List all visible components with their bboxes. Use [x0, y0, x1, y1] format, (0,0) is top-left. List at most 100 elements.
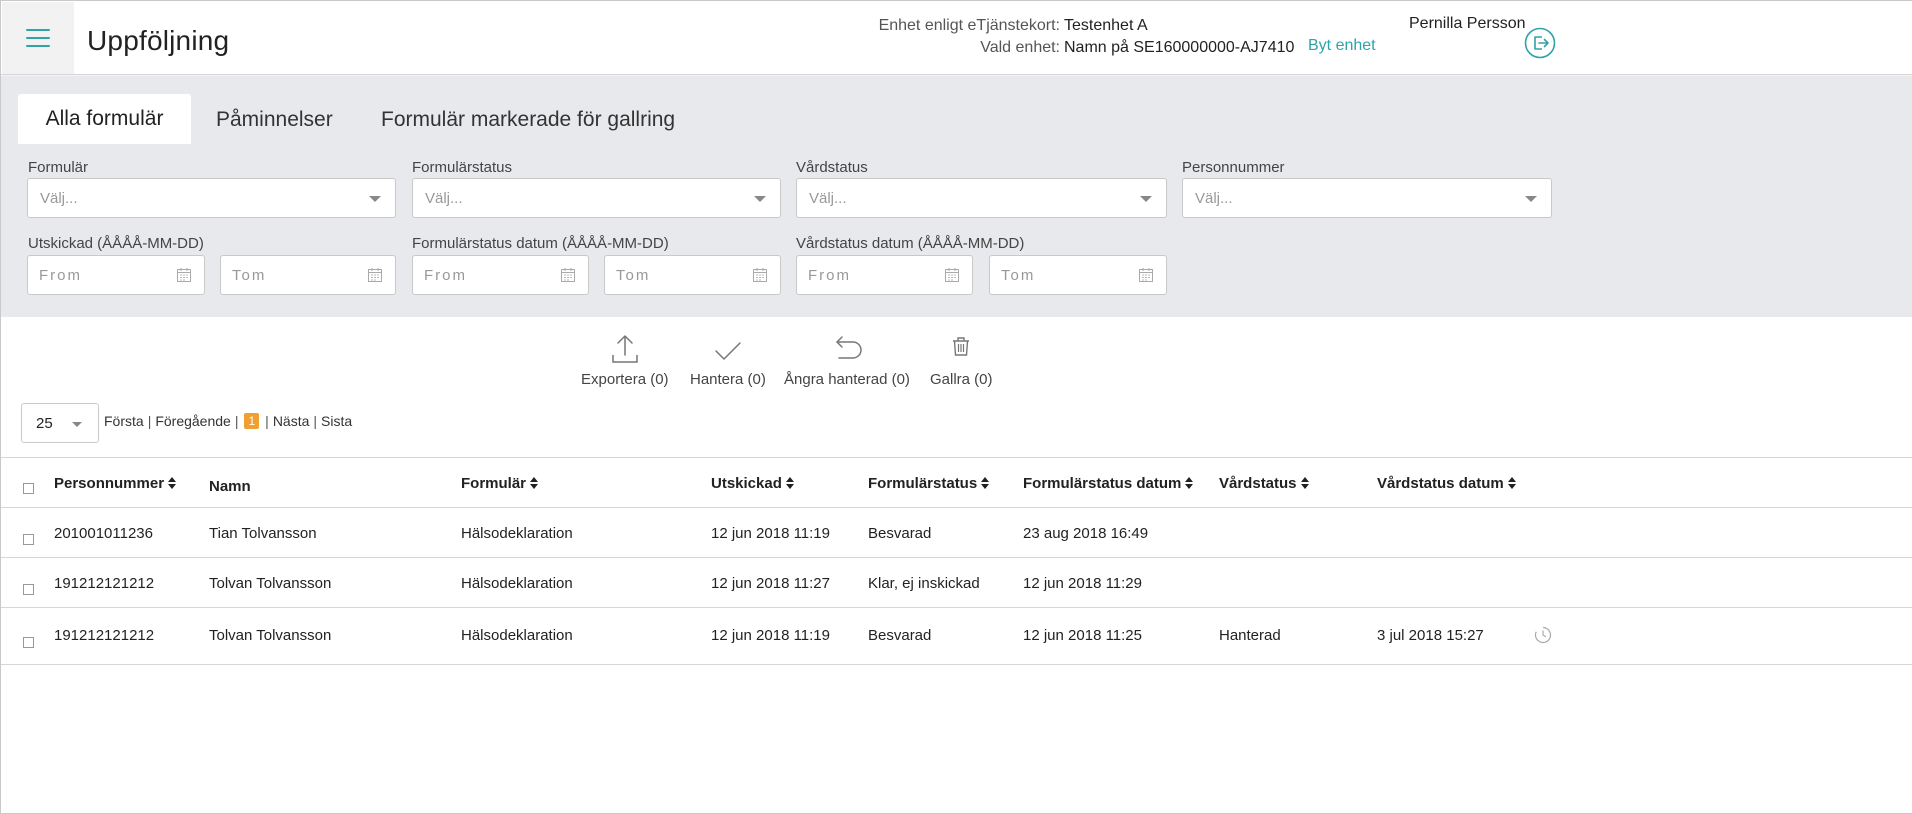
personal-number-filter-label: Personnummer	[1182, 159, 1285, 176]
purge-button[interactable]: Gallra (0)	[930, 333, 993, 388]
pager-separator: |	[234, 413, 239, 429]
col-care-status-date[interactable]: Vårdstatus datum	[1377, 475, 1516, 492]
col-form[interactable]: Formulär	[461, 475, 539, 492]
menu-button[interactable]	[2, 2, 74, 74]
logout-icon[interactable]	[1524, 27, 1556, 59]
sent-to-input[interactable]: Tom	[220, 255, 396, 295]
selected-unit-label: Vald enhet:	[980, 39, 1060, 56]
care-status-filter-label: Vårdstatus	[796, 159, 868, 176]
cell-personal-number: 191212121212	[54, 575, 155, 592]
calendar-icon[interactable]	[176, 267, 192, 283]
upload-icon	[612, 335, 638, 363]
cell-sent: 12 jun 2018 11:19	[711, 525, 830, 542]
cell-name: Tian Tolvansson	[209, 525, 317, 542]
form-status-to-input[interactable]: Tom	[604, 255, 781, 295]
header-label: Namn	[209, 478, 251, 495]
purge-label: Gallra (0)	[930, 371, 993, 388]
header-label: Utskickad	[711, 475, 782, 492]
check-icon	[715, 342, 741, 360]
cell-sent: 12 jun 2018 11:19	[711, 627, 830, 644]
table-row[interactable]: 191212121212 Tolvan Tolvansson Hälsodekl…	[1, 557, 1912, 607]
care-status-select[interactable]: Välj...	[796, 178, 1167, 218]
header-label: Formulärstatus	[868, 475, 978, 492]
export-button[interactable]: Exportera (0)	[581, 333, 669, 388]
header-label: Vårdstatus datum	[1377, 475, 1504, 492]
form-status-filter-label: Formulärstatus	[412, 159, 513, 176]
cell-name: Tolvan Tolvansson	[209, 627, 332, 644]
row-checkbox[interactable]	[23, 534, 34, 545]
form-status-date-label: Formulärstatus datum (ÅÅÅÅ-MM-DD)	[412, 235, 669, 252]
page-size-value: 25	[36, 415, 53, 432]
col-personal-number[interactable]: Personnummer	[54, 475, 177, 492]
switch-unit-link[interactable]: Byt enhet	[1308, 37, 1376, 55]
unit-card-label: Enhet enligt eTjänstekort:	[878, 17, 1060, 34]
sort-icon	[981, 477, 990, 490]
tab-reminders[interactable]: Påminnelser	[216, 108, 333, 132]
care-status-to-input[interactable]: Tom	[989, 255, 1167, 295]
selected-unit-value: Namn på SE160000000-AJ7410	[1064, 39, 1295, 56]
select-all-checkbox[interactable]	[23, 483, 34, 494]
col-form-status-date[interactable]: Formulärstatus datum	[1023, 475, 1194, 492]
calendar-icon[interactable]	[752, 267, 768, 283]
top-bar: Uppföljning Enhet enligt eTjänstekort: V…	[1, 1, 1912, 75]
sort-icon	[530, 477, 539, 490]
chevron-down-icon	[1140, 196, 1152, 202]
tab-marked-for-purge[interactable]: Formulär markerade för gallring	[381, 108, 675, 132]
sent-from-input[interactable]: From	[27, 255, 205, 295]
header-label: Formulärstatus datum	[1023, 475, 1182, 492]
calendar-icon[interactable]	[944, 267, 960, 283]
calendar-icon[interactable]	[1138, 267, 1154, 283]
form-select[interactable]: Välj...	[27, 178, 396, 218]
undo-arrow-icon	[836, 336, 862, 359]
hamburger-icon	[26, 29, 50, 47]
undo-handled-button[interactable]: Ångra hanterad (0)	[784, 333, 910, 388]
current-page[interactable]: 1	[244, 413, 260, 429]
col-care-status[interactable]: Vårdstatus	[1219, 475, 1309, 492]
tab-all-forms[interactable]: Alla formulär	[18, 94, 191, 144]
handle-label: Hantera (0)	[690, 371, 766, 388]
row-checkbox[interactable]	[23, 637, 34, 648]
chevron-down-icon	[72, 422, 82, 427]
table-row[interactable]: 191212121212 Tolvan Tolvansson Hälsodekl…	[1, 607, 1912, 665]
table-row[interactable]: 201001011236 Tian Tolvansson Hälsodeklar…	[1, 507, 1912, 557]
trash-icon	[953, 337, 970, 356]
cell-form-status-date: 12 jun 2018 11:29	[1023, 575, 1142, 592]
row-checkbox[interactable]	[23, 584, 34, 595]
clock-icon[interactable]	[1534, 626, 1552, 644]
cell-form: Hälsodeklaration	[461, 627, 573, 644]
chevron-down-icon	[754, 196, 766, 202]
care-status-from-input[interactable]: From	[796, 255, 973, 295]
personal-number-select-placeholder: Välj...	[1195, 190, 1233, 207]
pager-separator: |	[265, 413, 269, 429]
care-status-select-placeholder: Välj...	[809, 190, 847, 207]
form-status-from-input[interactable]: From	[412, 255, 589, 295]
unit-card-value: Testenhet A	[1064, 17, 1148, 34]
cell-form-status: Klar, ej inskickad	[868, 575, 980, 592]
care-status-date-label: Vårdstatus datum (ÅÅÅÅ-MM-DD)	[796, 235, 1025, 252]
calendar-icon[interactable]	[560, 267, 576, 283]
personal-number-select[interactable]: Välj...	[1182, 178, 1552, 218]
col-sent[interactable]: Utskickad	[711, 475, 794, 492]
table-header-row: Personnummer Namn Formulär Utskickad For…	[1, 457, 1912, 507]
header-label: Personnummer	[54, 475, 165, 492]
cell-care-status-date: 3 jul 2018 15:27	[1377, 627, 1484, 644]
pagination: Första | Föregående | 1 | Nästa | Sista	[104, 413, 352, 429]
calendar-icon[interactable]	[367, 267, 383, 283]
page-size-select[interactable]: 25	[21, 403, 99, 443]
from-placeholder: From	[808, 267, 851, 284]
previous-page-link[interactable]: Föregående	[155, 413, 231, 429]
cell-form-status: Besvarad	[868, 525, 932, 542]
user-name: Pernilla Persson	[1409, 15, 1526, 32]
cell-form-status-date: 12 jun 2018 11:25	[1023, 627, 1142, 644]
form-status-select[interactable]: Välj...	[412, 178, 781, 218]
from-placeholder: From	[424, 267, 467, 284]
col-form-status[interactable]: Formulärstatus	[868, 475, 990, 492]
unit-values: Testenhet A Namn på SE160000000-AJ7410	[1064, 15, 1294, 59]
cell-form: Hälsodeklaration	[461, 525, 573, 542]
first-page-link[interactable]: Första	[104, 413, 144, 429]
last-page-link[interactable]: Sista	[321, 413, 352, 429]
handle-button[interactable]: Hantera (0)	[690, 333, 766, 388]
col-name: Namn	[209, 478, 251, 495]
next-page-link[interactable]: Nästa	[273, 413, 310, 429]
cell-form-status: Besvarad	[868, 627, 932, 644]
